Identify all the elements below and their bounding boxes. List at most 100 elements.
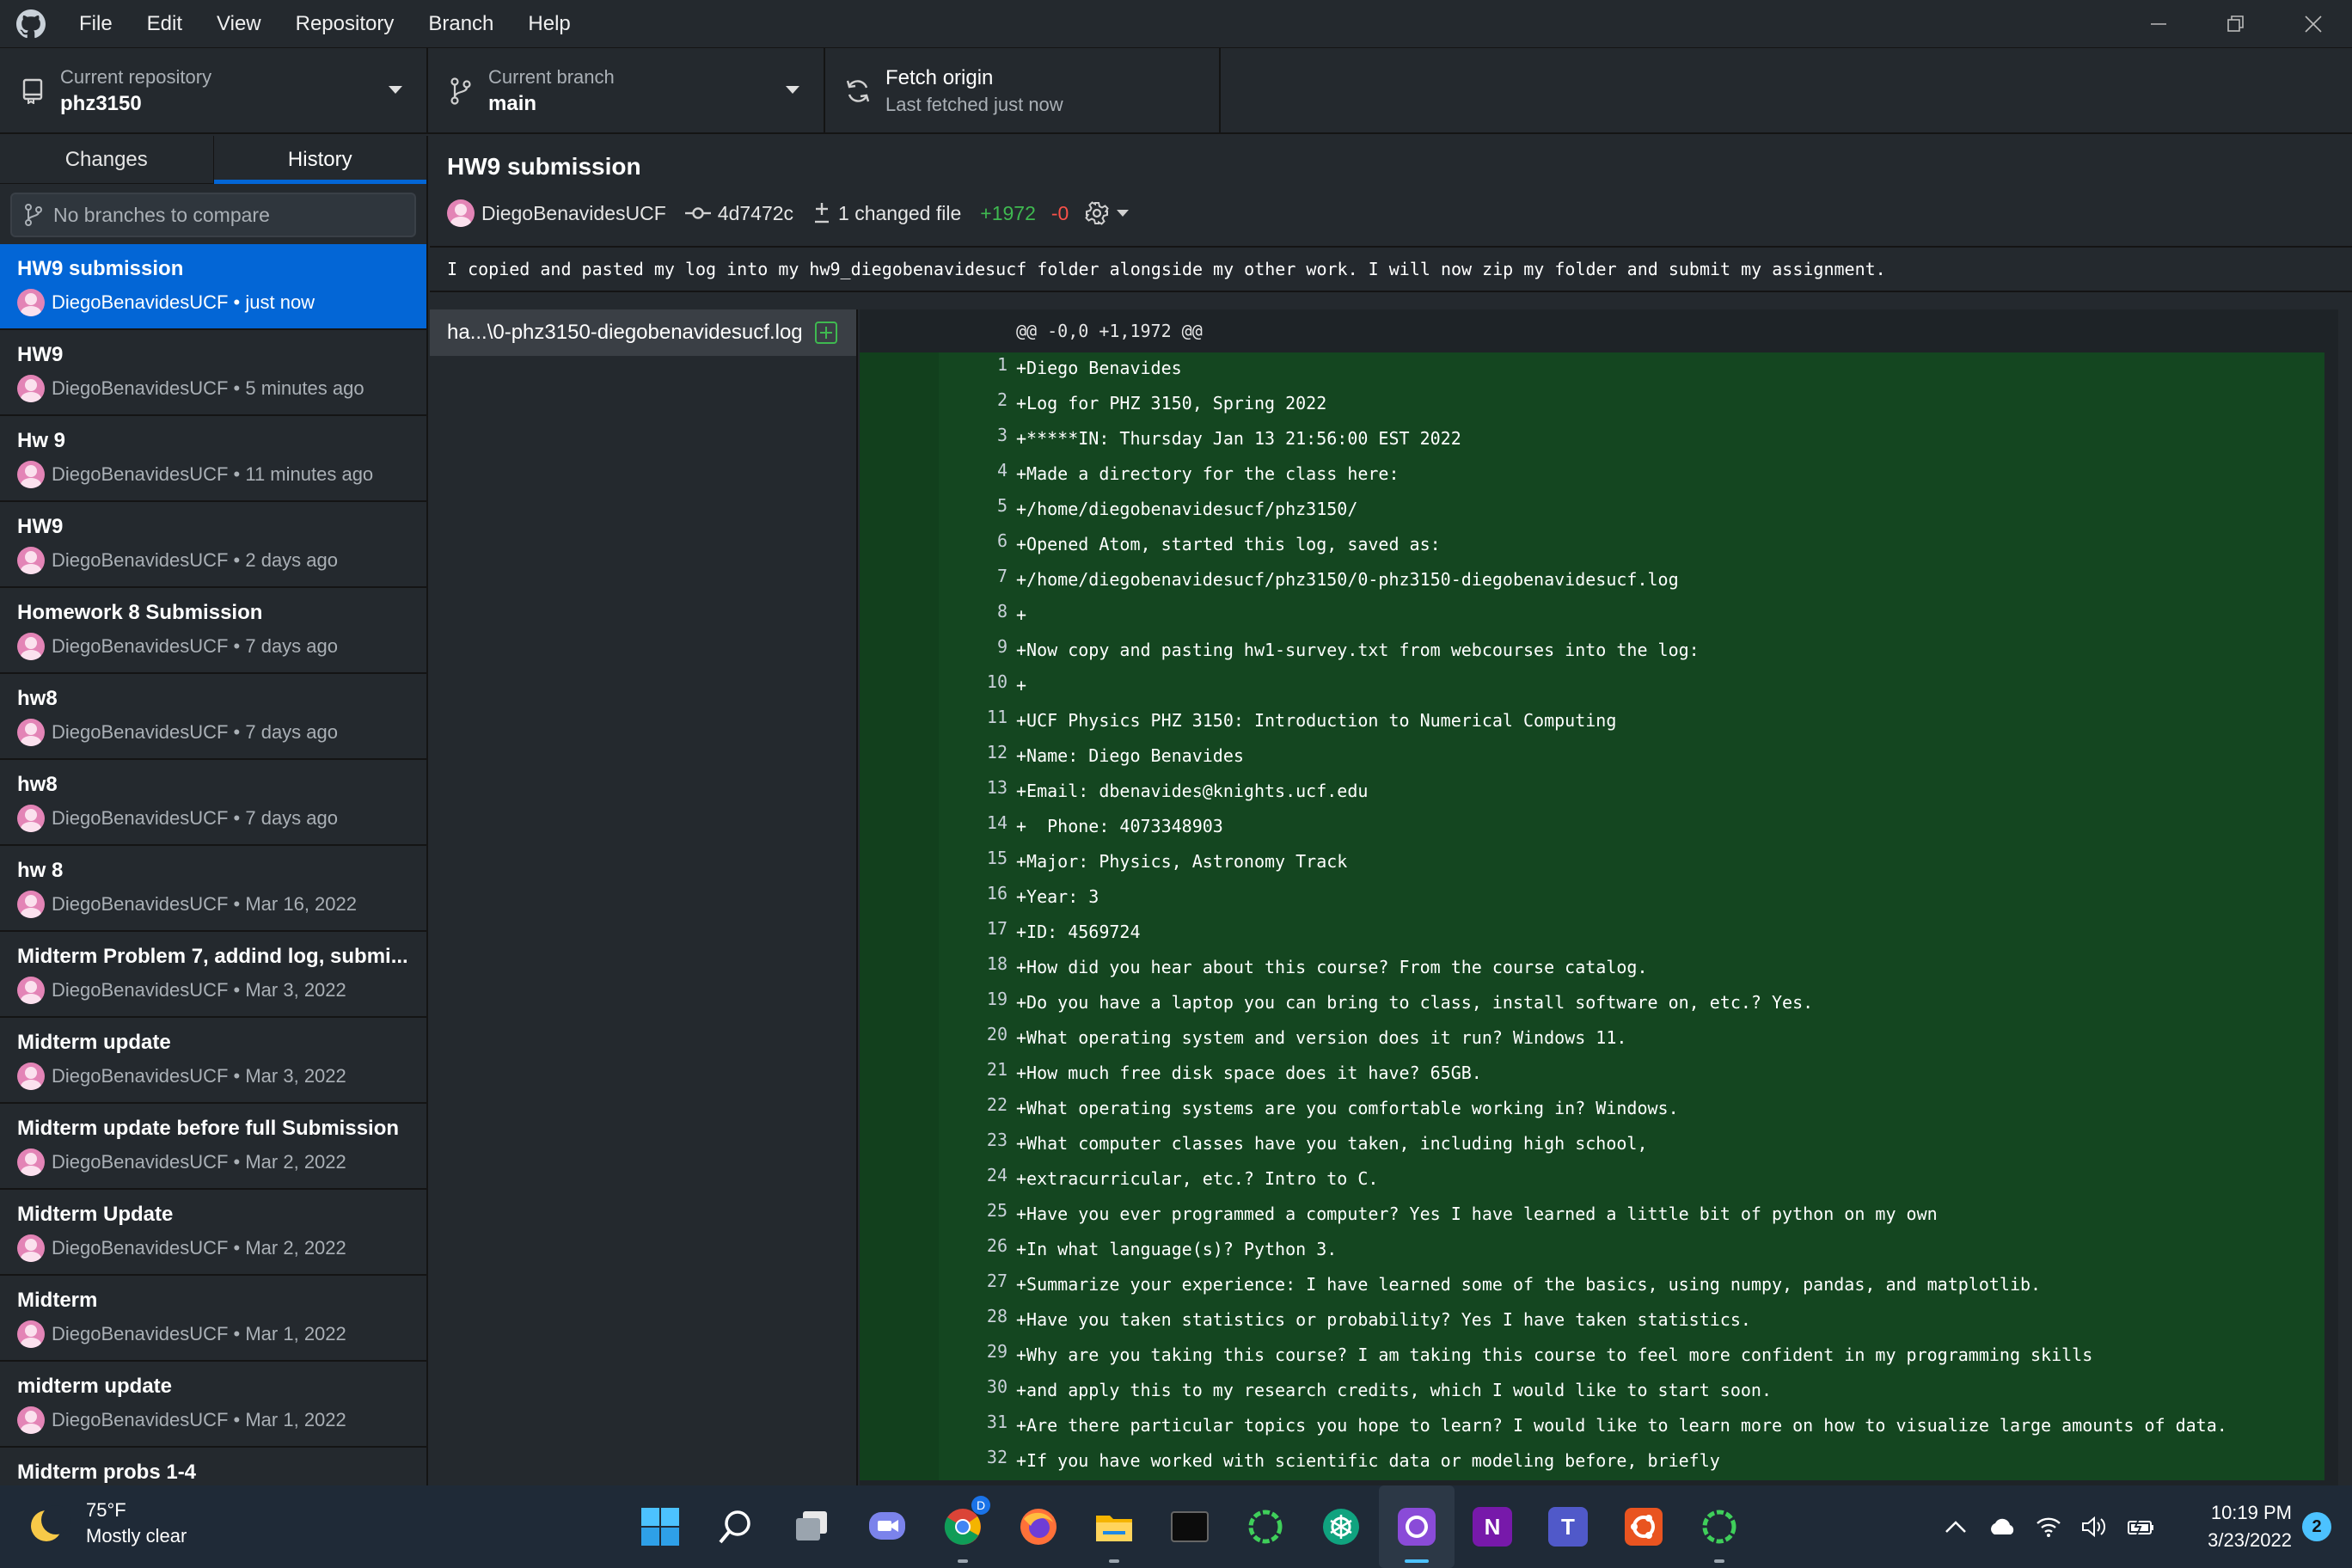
diff-line: 30 +and apply this to my research credits… (860, 1375, 2338, 1410)
commit-list-title: Hw 9 (17, 429, 66, 452)
line-content: +Name: Diego Benavides (1016, 745, 1244, 766)
hunk-header-text: @@ -0,0 +1,1972 @@ (1016, 321, 1203, 341)
ubuntu-button[interactable] (1606, 1485, 1681, 1568)
tab-history[interactable]: History (213, 136, 427, 184)
tab-changes[interactable]: Changes (0, 136, 214, 183)
file-item[interactable]: ha...\0-phz3150-diegobenavidesucf.log (430, 309, 856, 356)
restore-button[interactable] (2197, 0, 2275, 48)
chrome-button[interactable]: D (925, 1485, 1001, 1568)
ubuntu-icon (1625, 1508, 1663, 1546)
commit-list-meta-text: DiegoBenavidesUCF • 7 days ago (52, 635, 338, 657)
sidebar-tabs: Changes History (0, 136, 426, 184)
line-content: + (1016, 604, 1027, 625)
line-content: +Opened Atom, started this log, saved as… (1016, 534, 1441, 554)
terminal-button[interactable] (1152, 1485, 1228, 1568)
menu-edit[interactable]: Edit (130, 0, 199, 48)
teams-button[interactable]: T (1530, 1485, 1606, 1568)
volume-button[interactable] (2072, 1485, 2118, 1568)
commit-list-item[interactable]: Midterm probs 1-4 (0, 1448, 426, 1485)
commit-list-item[interactable]: hw8 DiegoBenavidesUCF • 7 days ago (0, 760, 426, 846)
commit-list-item[interactable]: HW9 DiegoBenavidesUCF • 2 days ago (0, 502, 426, 588)
diff-scrollbar[interactable] (2324, 309, 2338, 1485)
commit-list-item[interactable]: Midterm Update DiegoBenavidesUCF • Mar 2,… (0, 1190, 426, 1276)
commit-list-item[interactable]: Midterm DiegoBenavidesUCF • Mar 1, 2022 (0, 1276, 426, 1362)
clock[interactable]: 10:19 PM 3/23/2022 (2165, 1499, 2302, 1554)
terminal-icon (1171, 1511, 1209, 1542)
start-button[interactable] (622, 1485, 698, 1568)
commit-list-meta-text: DiegoBenavidesUCF • 2 days ago (52, 549, 338, 571)
commit-list-item[interactable]: Midterm Problem 7, addind log, submi... D… (0, 932, 426, 1018)
diff-line: 5 +/home/diegobenavidesucf/phz3150/ (860, 493, 2338, 529)
commit-list-title: Midterm update (17, 1031, 171, 1054)
weather-widget[interactable]: 75°F Mostly clear (26, 1498, 187, 1549)
chat-button[interactable] (849, 1485, 925, 1568)
wifi-button[interactable] (2025, 1485, 2072, 1568)
commit-list-item[interactable]: Homework 8 Submission DiegoBenavidesUCF •… (0, 588, 426, 674)
line-content: + Phone: 4073348903 (1016, 816, 1223, 836)
line-number: 27 (986, 1271, 1008, 1291)
fetch-origin-button[interactable]: Fetch origin Last fetched just now (825, 48, 1221, 134)
commit-list-item[interactable]: hw 8 DiegoBenavidesUCF • Mar 16, 2022 (0, 846, 426, 932)
chevron-down-icon (786, 86, 799, 94)
gear-icon (1084, 200, 1110, 226)
chatgpt-button[interactable] (1303, 1485, 1379, 1568)
current-branch-button[interactable]: Current branch main (428, 48, 825, 134)
profile-badge: D (971, 1496, 990, 1515)
file-path: ha...\0-phz3150-diegobenavidesucf.log (447, 321, 803, 344)
restore-icon (2227, 15, 2244, 32)
diff-line: 9 +Now copy and pasting hw1-survey.txt fr… (860, 634, 2338, 670)
commit-summary-header: HW9 submission DiegoBenavidesUCF 4d7472c… (430, 136, 2352, 248)
menu-file[interactable]: File (62, 0, 130, 48)
clock-time: 10:19 PM (2210, 1502, 2292, 1523)
firefox-button[interactable] (1001, 1485, 1076, 1568)
line-content: +extracurricular, etc.? Intro to C. (1016, 1168, 1379, 1189)
search-button[interactable] (698, 1485, 774, 1568)
line-content: +What operating systems are you comforta… (1016, 1098, 1679, 1118)
commit-list-item[interactable]: hw8 DiegoBenavidesUCF • 7 days ago (0, 674, 426, 760)
commit-list-item[interactable]: Hw 9 DiegoBenavidesUCF • 11 minutes ago (0, 416, 426, 502)
commit-list-item[interactable]: midterm update DiegoBenavidesUCF • Mar 1,… (0, 1362, 426, 1448)
notification-badge[interactable]: 2 (2302, 1512, 2331, 1541)
battery-icon (2128, 1518, 2153, 1535)
diff-viewer[interactable]: @@ -0,0 +1,1972 @@ 1 +Diego Benavides 2 +Lo… (860, 309, 2338, 1485)
current-repository-button[interactable]: Current repository phz3150 (0, 48, 428, 134)
branch-compare-input[interactable]: No branches to compare (10, 193, 416, 237)
menu-bar: File Edit View Repository Branch Help (62, 0, 588, 48)
menu-view[interactable]: View (199, 0, 279, 48)
minimize-icon (2151, 23, 2166, 25)
diff-line: 16 +Year: 3 (860, 881, 2338, 916)
diff-settings-button[interactable] (1084, 200, 1130, 226)
loader-app-button-2[interactable] (1681, 1485, 1757, 1568)
commit-sha[interactable]: 4d7472c (718, 202, 793, 225)
chevron-down-icon (389, 86, 402, 94)
line-number: 3 (996, 425, 1008, 445)
close-button[interactable] (2275, 0, 2352, 48)
line-number: 31 (986, 1412, 1008, 1432)
file-explorer-button[interactable] (1076, 1485, 1152, 1568)
menu-help[interactable]: Help (511, 0, 587, 48)
commit-list-meta-text: DiegoBenavidesUCF • Mar 1, 2022 (52, 1409, 346, 1430)
commit-list-meta-text: DiegoBenavidesUCF • Mar 3, 2022 (52, 979, 346, 1001)
onedrive-button[interactable] (1979, 1485, 2025, 1568)
commit-list-title: midterm update (17, 1375, 173, 1398)
task-view-button[interactable] (774, 1485, 849, 1568)
menu-branch[interactable]: Branch (411, 0, 511, 48)
commit-list-item[interactable]: Midterm update DiegoBenavidesUCF • Mar 3,… (0, 1018, 426, 1104)
branch-name: main (488, 92, 537, 115)
onenote-button[interactable]: N (1455, 1485, 1530, 1568)
menu-repository[interactable]: Repository (279, 0, 412, 48)
line-content: +How did you hear about this course? Fro… (1016, 957, 1648, 977)
commit-list-item[interactable]: HW9 submission DiegoBenavidesUCF • just n… (0, 244, 426, 330)
commit-list-item[interactable]: Midterm update before full Submission Die… (0, 1104, 426, 1190)
fetch-label: Fetch origin (885, 66, 994, 89)
commit-list: HW9 submission DiegoBenavidesUCF • just n… (0, 244, 426, 1485)
commit-list-title: Midterm Update (17, 1203, 174, 1226)
commit-list-item[interactable]: HW9 DiegoBenavidesUCF • 5 minutes ago (0, 330, 426, 416)
line-number: 29 (986, 1341, 1008, 1362)
show-hidden-icons-button[interactable] (1932, 1485, 1979, 1568)
loader-app-button[interactable] (1228, 1485, 1303, 1568)
chevron-down-icon (1117, 210, 1130, 217)
github-desktop-button[interactable] (1379, 1485, 1455, 1568)
battery-button[interactable] (2118, 1485, 2165, 1568)
minimize-button[interactable] (2120, 0, 2197, 48)
